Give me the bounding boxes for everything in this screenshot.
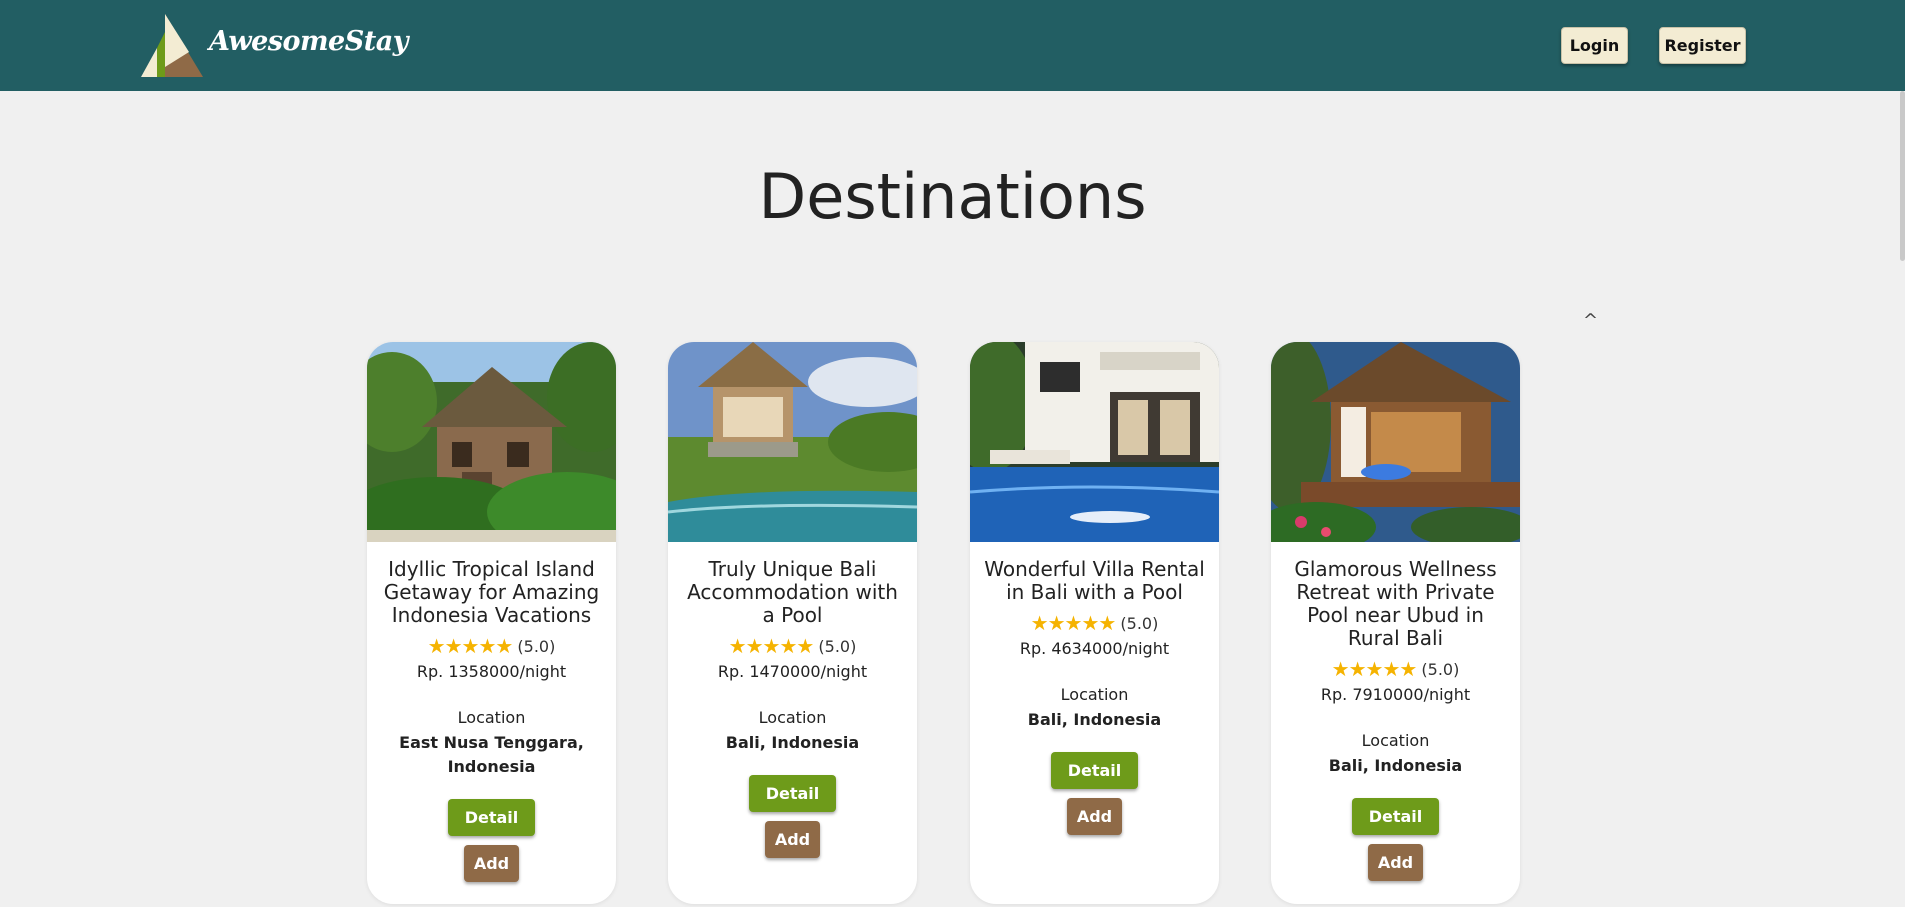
star-rating-icon: ★★★★★ xyxy=(427,634,514,658)
add-button[interactable]: Add xyxy=(464,845,519,882)
add-button[interactable]: Add xyxy=(1067,798,1122,835)
location-label: Location xyxy=(457,708,526,727)
destination-card: Glamorous Wellness Retreat with Private … xyxy=(1271,342,1520,904)
rating-value: (5.0) xyxy=(1120,614,1159,633)
add-button[interactable]: Add xyxy=(765,821,820,858)
location-label: Location xyxy=(758,708,827,727)
star-rating-icon: ★★★★★ xyxy=(728,634,815,658)
card-title[interactable]: Truly Unique Bali Accommodation with a P… xyxy=(682,558,903,627)
chevron-up-icon[interactable]: ^ xyxy=(1583,310,1598,331)
location-label: Location xyxy=(1361,731,1430,750)
rating: ★★★★★ (5.0) xyxy=(1271,657,1520,681)
register-button[interactable]: Register xyxy=(1659,27,1746,64)
brand-logo[interactable]: AwesomeStay xyxy=(139,12,408,78)
sailboat-logo-icon xyxy=(141,14,203,77)
location-label: Location xyxy=(1060,685,1129,704)
destination-photo xyxy=(668,342,917,542)
rating: ★★★★★ (5.0) xyxy=(668,634,917,658)
star-rating-icon: ★★★★★ xyxy=(1331,657,1418,681)
location-value: Bali, Indonesia xyxy=(1027,710,1162,729)
page-title: Destinations xyxy=(758,160,1147,233)
add-button[interactable]: Add xyxy=(1368,844,1423,881)
destination-card: Truly Unique Bali Accommodation with a P… xyxy=(668,342,917,904)
navbar: AwesomeStay Login Register xyxy=(0,0,1905,91)
rating: ★★★★★ (5.0) xyxy=(367,634,616,658)
destination-photo xyxy=(1271,342,1520,542)
detail-button[interactable]: Detail xyxy=(1352,798,1439,835)
location-value: East Nusa Tenggara, Indonesia xyxy=(399,733,584,776)
rating: ★★★★★ (5.0) xyxy=(970,611,1219,635)
star-rating-icon: ★★★★★ xyxy=(1030,611,1117,635)
destination-photo xyxy=(367,342,616,542)
login-button[interactable]: Login xyxy=(1561,27,1628,64)
price: Rp. 1358000/night xyxy=(416,662,567,681)
card-title[interactable]: Glamorous Wellness Retreat with Private … xyxy=(1285,558,1506,650)
card-title[interactable]: Wonderful Villa Rental in Bali with a Po… xyxy=(984,558,1205,604)
price: Rp. 4634000/night xyxy=(1019,639,1170,658)
price: Rp. 7910000/night xyxy=(1320,685,1471,704)
detail-button[interactable]: Detail xyxy=(749,775,836,812)
location-value: Bali, Indonesia xyxy=(725,733,860,752)
detail-button[interactable]: Detail xyxy=(1051,752,1138,789)
card-title[interactable]: Idyllic Tropical Island Getaway for Amaz… xyxy=(381,558,602,627)
rating-value: (5.0) xyxy=(517,637,556,656)
detail-button[interactable]: Detail xyxy=(448,799,535,836)
brand-name: AwesomeStay xyxy=(209,25,408,57)
price: Rp. 1470000/night xyxy=(717,662,868,681)
destination-photo xyxy=(970,342,1219,542)
destination-card: Wonderful Villa Rental in Bali with a Po… xyxy=(970,342,1219,904)
rating-value: (5.0) xyxy=(1421,660,1460,679)
location-value: Bali, Indonesia xyxy=(1328,756,1463,775)
rating-value: (5.0) xyxy=(818,637,857,656)
destination-card: Idyllic Tropical Island Getaway for Amaz… xyxy=(367,342,616,904)
